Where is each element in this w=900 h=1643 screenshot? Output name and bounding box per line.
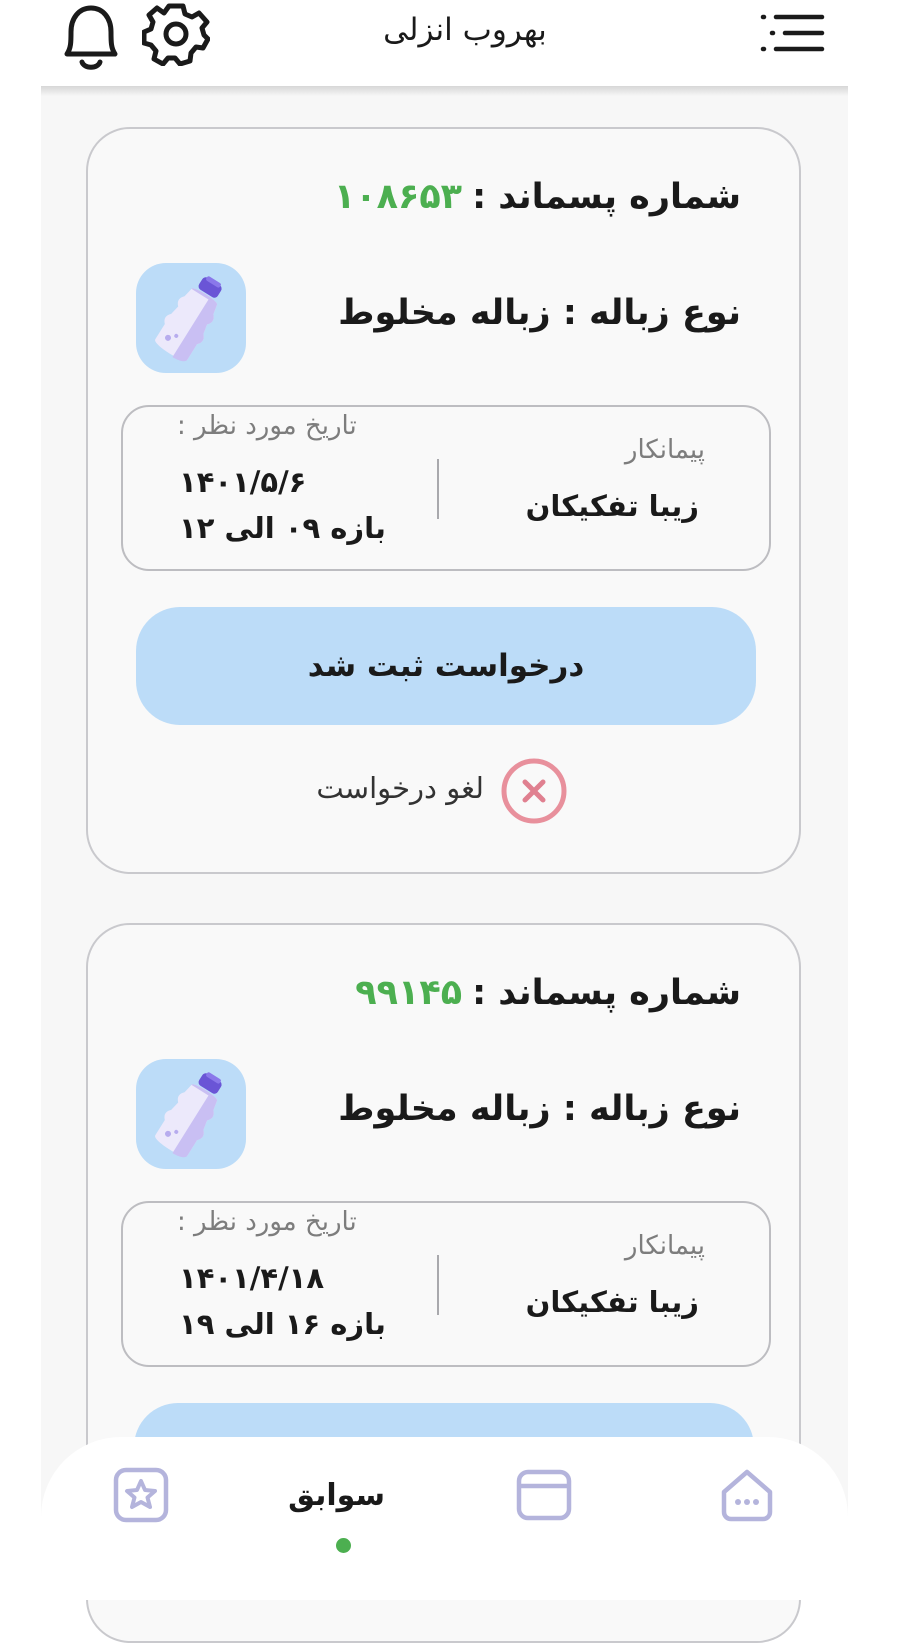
bottle-icon	[136, 1059, 246, 1169]
hamburger-menu-icon[interactable]	[760, 12, 826, 54]
app-header: بهروب انزلی	[0, 0, 900, 88]
contractor-label: پیمانکار	[624, 435, 705, 465]
request-status-button[interactable]: درخواست ثبت شد	[136, 607, 756, 725]
details-divider	[437, 459, 439, 519]
waste-card[interactable]: شماره پسماند :۱۰۸۶۵۳ نوع زباله : زباله م…	[86, 127, 801, 874]
notification-bell-icon[interactable]	[57, 2, 125, 74]
header-shadow	[41, 86, 848, 96]
waste-number-value: ۹۹۱۴۵	[355, 973, 463, 1013]
date-value: ۱۴۰۱/۵/۶	[179, 465, 307, 499]
date-label: تاریخ مورد نظر :	[177, 1207, 357, 1237]
waste-number-row: شماره پسماند :۹۹۱۴۵	[355, 973, 741, 1013]
history-tab[interactable]: سوابق	[288, 1478, 385, 1513]
contractor-name: زیبا تفکیکان	[525, 1285, 699, 1319]
waste-type-row: نوع زباله : زباله مخلوط	[338, 1089, 741, 1129]
settings-gear-icon[interactable]	[142, 2, 210, 66]
waste-number-row: شماره پسماند :۱۰۸۶۵۳	[334, 177, 741, 217]
active-tab-indicator	[336, 1538, 351, 1553]
details-box: پیمانکار زیبا تفکیکان تاریخ مورد نظر : ۱…	[121, 405, 771, 571]
waste-type-label: نوع زباله :	[562, 293, 741, 333]
details-box: پیمانکار زیبا تفکیکان تاریخ مورد نظر : ۱…	[121, 1201, 771, 1367]
time-range-value: بازه ۰۹ الی ۱۲	[179, 511, 386, 545]
cancel-request-button[interactable]: لغو درخواست	[308, 757, 568, 827]
date-value: ۱۴۰۱/۴/۱۸	[179, 1261, 325, 1295]
waste-type-label: نوع زباله :	[562, 1089, 741, 1129]
contractor-name: زیبا تفکیکان	[525, 489, 699, 523]
waste-number-value: ۱۰۸۶۵۳	[333, 177, 463, 217]
home-icon[interactable]	[718, 1466, 776, 1524]
waste-number-label: شماره پسماند :	[472, 973, 741, 1013]
waste-type-row: نوع زباله : زباله مخلوط	[338, 293, 741, 333]
wallet-card-icon[interactable]	[515, 1466, 573, 1524]
waste-type-value: زباله مخلوط	[338, 293, 551, 333]
bottle-icon	[136, 263, 246, 373]
waste-number-label: شماره پسماند :	[472, 177, 741, 217]
time-range-value: بازه ۱۶ الی ۱۹	[179, 1307, 386, 1341]
date-label: تاریخ مورد نظر :	[177, 411, 357, 441]
contractor-label: پیمانکار	[624, 1231, 705, 1261]
cancel-x-icon	[501, 758, 567, 824]
favorites-star-icon[interactable]	[112, 1466, 170, 1524]
page-title: بهروب انزلی	[383, 12, 547, 48]
cancel-request-label: لغو درخواست	[316, 771, 484, 805]
details-divider	[437, 1255, 439, 1315]
waste-type-value: زباله مخلوط	[338, 1089, 551, 1129]
